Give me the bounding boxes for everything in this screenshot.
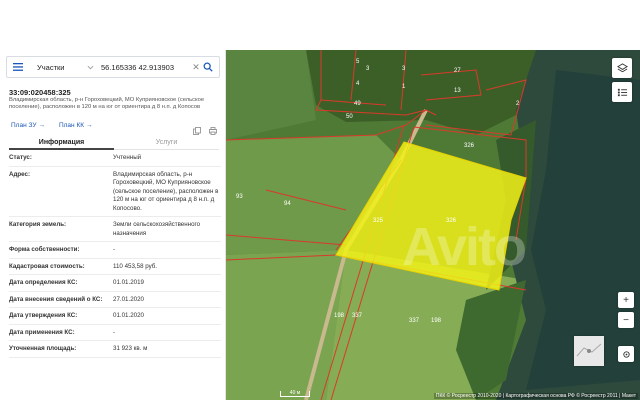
layers-button[interactable]	[612, 58, 632, 78]
search-bar: Участки 56.165336 42.913903 ✕	[6, 56, 220, 78]
arrow-right-icon: →	[86, 122, 93, 129]
tab-services[interactable]: Услуги	[114, 136, 219, 150]
row-value: 01.01.2019	[113, 279, 144, 286]
parcel-label: 337	[352, 313, 363, 319]
info-row: Статус: Учтенный	[9, 150, 221, 167]
zoom-out-button[interactable]: −	[618, 312, 634, 328]
arrow-right-icon: →	[38, 122, 45, 129]
info-row: Дата применения КС: -	[9, 325, 221, 341]
row-label: Уточненная площадь:	[9, 345, 77, 352]
row-label: Дата определения КС:	[9, 279, 78, 286]
row-value: 27.01.2020	[113, 295, 144, 303]
row-label: Адрес:	[9, 170, 31, 178]
info-row: Категория земель: Земли сельскохозяйствен…	[9, 217, 221, 242]
row-value: Учтенный	[113, 154, 142, 161]
row-label: Кадастровая стоимость:	[9, 262, 85, 270]
parcel-label: 325	[373, 218, 384, 224]
minus-icon: −	[623, 314, 629, 326]
info-row: Дата определения КС: 01.01.2019	[9, 275, 221, 292]
row-label: Дата утверждения КС:	[9, 312, 78, 319]
info-tabs: Информация Услуги	[9, 136, 219, 150]
parcel-label: 50	[346, 114, 353, 120]
parcel-label: 93	[236, 194, 243, 200]
cadastral-number: 33:09:020458:325	[9, 88, 71, 97]
row-value: -	[113, 328, 116, 336]
minimap[interactable]	[574, 336, 604, 366]
row-value: Владимирская область, р-н Гороховецкий, …	[113, 170, 219, 212]
info-row: Адрес: Владимирская область, р-н Горохове…	[9, 167, 221, 217]
row-value: 110 453,58 руб.	[113, 262, 158, 270]
legend-icon	[617, 88, 627, 96]
parcel-label: 94	[284, 201, 291, 207]
satellite-map[interactable]: 325 326 326 93 94 198 337 337 198 49 50 …	[226, 50, 640, 400]
search-icon[interactable]	[201, 60, 215, 74]
locate-button[interactable]	[618, 346, 634, 362]
parcel-label: 198	[431, 318, 442, 324]
row-label: Дата внесения сведений о КС:	[9, 295, 103, 303]
info-row: Форма собственности: -	[9, 242, 221, 259]
app: Участки 56.165336 42.913903 ✕ ‹ 33:09:02…	[0, 0, 640, 400]
info-rows: Статус: Учтенный Адрес: Владимирская облас…	[9, 150, 221, 358]
object-type-select[interactable]: Участки	[37, 63, 85, 72]
plan-kk-link[interactable]: План КК →	[57, 122, 93, 129]
layers-icon	[616, 62, 628, 72]
menu-icon[interactable]	[11, 60, 25, 74]
plan-zu-link[interactable]: План ЗУ →	[9, 122, 45, 129]
plus-icon: +	[623, 294, 629, 306]
row-value: 31 923 кв. м	[113, 345, 148, 352]
row-value: -	[113, 246, 116, 253]
plan-links: План ЗУ → План КК →	[9, 122, 93, 129]
parcel-label: 13	[454, 88, 461, 94]
location-icon	[622, 350, 630, 358]
row-label: Категория земель:	[9, 221, 67, 228]
parcel-label: 337	[409, 318, 420, 324]
parcel-label: 49	[354, 101, 361, 107]
search-input[interactable]: 56.165336 42.913903	[101, 63, 191, 72]
zoom-in-button[interactable]: +	[618, 292, 634, 308]
minimap-icon	[574, 336, 604, 366]
plan-zu-label: План ЗУ	[11, 122, 37, 129]
map-attribution: ПКК © Росреестр 2010-2020 | Картографиче…	[433, 393, 638, 399]
info-row: Уточненная площадь: 31 923 кв. м	[9, 341, 221, 358]
row-label: Дата применения КС:	[9, 328, 75, 336]
row-value: Земли сельскохозяйственного назначения	[113, 221, 201, 237]
row-value: 01.01.2020	[113, 312, 144, 319]
chevron-down-icon[interactable]	[87, 63, 95, 71]
info-row: Дата утверждения КС: 01.01.2020	[9, 308, 221, 325]
tab-information[interactable]: Информация	[9, 136, 114, 150]
parcel-label: 198	[334, 313, 345, 319]
info-row: Дата внесения сведений о КС: 27.01.2020	[9, 292, 221, 308]
row-label: Статус:	[9, 154, 32, 161]
clear-icon[interactable]: ✕	[191, 62, 201, 73]
legend-button[interactable]	[612, 82, 632, 102]
plan-kk-label: План КК	[58, 122, 85, 129]
map-scale: 40 м	[280, 391, 310, 397]
parcel-label: 27	[454, 68, 461, 74]
parcel-label: 326	[464, 143, 475, 149]
info-row: Кадастровая стоимость: 110 453,58 руб.	[9, 259, 221, 275]
row-label: Форма собственности:	[9, 246, 80, 253]
parcel-address-summary: Владимирская область, р-н Гороховецкий, …	[9, 97, 205, 110]
parcel-label: 326	[446, 218, 457, 224]
